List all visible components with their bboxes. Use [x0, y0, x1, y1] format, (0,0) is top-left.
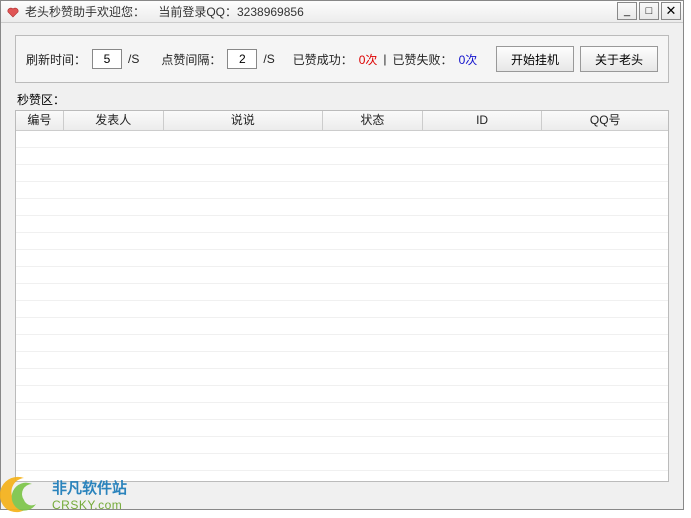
window-controls: _ □ ✕ — [617, 2, 681, 20]
table-row — [16, 301, 668, 318]
fail-count: 0次 — [459, 51, 478, 68]
titlebar-text: 老头秒赞助手欢迎您： 当前登录QQ：3238969856 — [25, 3, 304, 20]
table-row — [16, 250, 668, 267]
interval-label: 点赞间隔： — [161, 51, 221, 68]
list-body[interactable] — [16, 131, 668, 481]
table-row — [16, 369, 668, 386]
table-row — [16, 454, 668, 471]
success-label: 已赞成功： — [293, 51, 353, 68]
app-icon — [5, 4, 21, 20]
table-row — [16, 233, 668, 250]
maximize-button[interactable]: □ — [639, 2, 659, 20]
column-header[interactable]: 编号 — [16, 111, 64, 130]
table-row — [16, 131, 668, 148]
minimize-button[interactable]: _ — [617, 2, 637, 20]
app-window: 老头秒赞助手欢迎您： 当前登录QQ：3238969856 _ □ ✕ 刷新时间：… — [0, 0, 684, 510]
table-row — [16, 165, 668, 182]
column-header[interactable]: QQ号 — [542, 111, 668, 130]
column-header[interactable]: 状态 — [323, 111, 423, 130]
success-count: 0次 — [359, 51, 378, 68]
table-row — [16, 352, 668, 369]
table-row — [16, 386, 668, 403]
table-row — [16, 318, 668, 335]
refresh-label: 刷新时间： — [26, 51, 86, 68]
table-row — [16, 267, 668, 284]
section-label: 秒赞区： — [15, 91, 669, 108]
start-button[interactable]: 开始挂机 — [496, 46, 574, 72]
about-button[interactable]: 关于老头 — [580, 46, 658, 72]
toolbar: 刷新时间： /S 点赞间隔： /S 已赞成功： 0次 | 已赞失败： 0次 开始… — [15, 35, 669, 83]
interval-unit: /S — [263, 52, 274, 66]
table-row — [16, 216, 668, 233]
interval-input[interactable] — [227, 49, 257, 69]
table-row — [16, 335, 668, 352]
fail-label: 已赞失败： — [393, 51, 453, 68]
list-header: 编号发表人说说状态IDQQ号 — [16, 111, 668, 131]
close-button[interactable]: ✕ — [661, 2, 681, 20]
column-header[interactable]: 发表人 — [64, 111, 164, 130]
table-row — [16, 420, 668, 437]
table-row — [16, 403, 668, 420]
titlebar: 老头秒赞助手欢迎您： 当前登录QQ：3238969856 _ □ ✕ — [1, 1, 683, 23]
column-header[interactable]: ID — [423, 111, 543, 130]
column-header[interactable]: 说说 — [164, 111, 324, 130]
table-row — [16, 284, 668, 301]
table-row — [16, 199, 668, 216]
list-frame: 编号发表人说说状态IDQQ号 — [15, 110, 669, 482]
content-area: 刷新时间： /S 点赞间隔： /S 已赞成功： 0次 | 已赞失败： 0次 开始… — [1, 23, 683, 490]
refresh-input[interactable] — [92, 49, 122, 69]
stat-divider: | — [383, 52, 386, 66]
table-row — [16, 437, 668, 454]
table-row — [16, 148, 668, 165]
table-row — [16, 182, 668, 199]
refresh-unit: /S — [128, 52, 139, 66]
